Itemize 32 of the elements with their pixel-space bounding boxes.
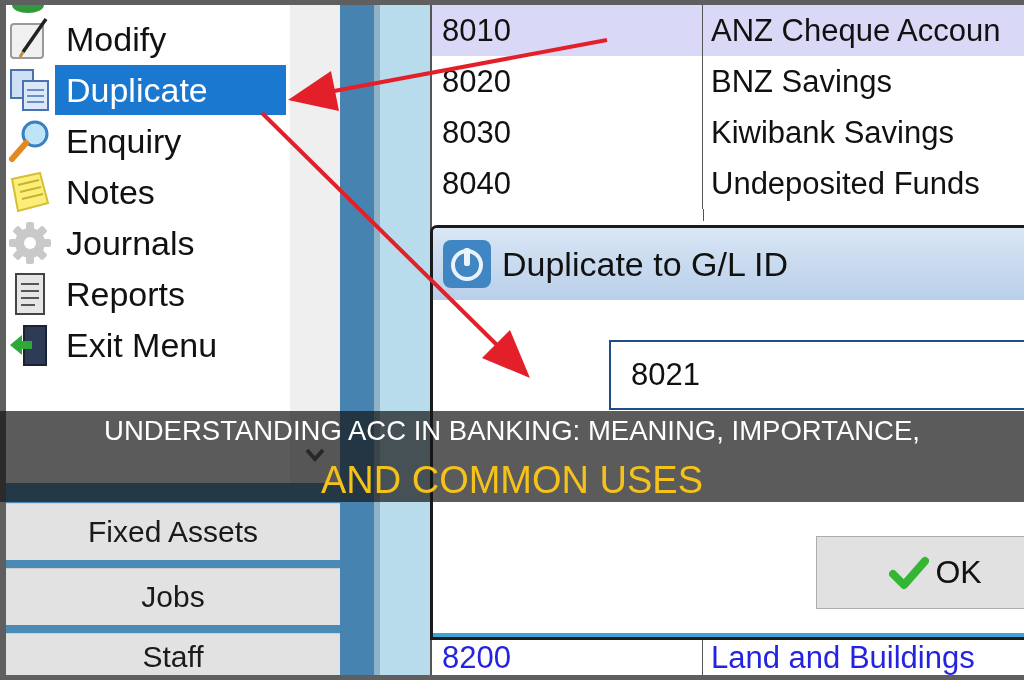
id-input-field[interactable]: 8021 [609,340,1024,410]
ok-button[interactable]: OK [816,536,1024,609]
table-row[interactable]: 8010 ANZ Cheque Accoun [432,5,1024,56]
account-name-cell-text: ANZ Cheque Accoun [710,12,1002,50]
menu-item[interactable]: Duplicate [55,64,286,115]
table-row[interactable]: 8030 Kiwibank Savings [432,107,1024,158]
note-sheet-icon [8,169,52,214]
menu-item[interactable]: Exit Menu [55,324,286,365]
table-row[interactable]: 8020 BNZ Savings [432,56,1024,107]
account-name-cell-text: Undeposited Funds [710,165,981,203]
account-code-cell: 8040 [432,158,703,209]
table-row[interactable]: 8040 Undeposited Funds [432,158,1024,209]
documents-icon [8,67,52,112]
account-name-cell-text: Land and Buildings [710,640,976,675]
account-name-cell-text: Kiwibank Savings [710,114,955,152]
module-button[interactable]: Fixed Assets [6,503,340,560]
check-icon [889,555,930,590]
banner-title-line: AND COMMON USES [320,463,704,497]
dialog-title: Duplicate to G/L ID [502,244,788,284]
account-code-cell: 8020 [432,56,703,107]
power-icon [443,240,491,288]
menu-item[interactable]: Reports [55,273,286,314]
account-code-cell: 8010 [432,5,703,56]
menu-item[interactable]: Enquiry [55,120,286,161]
banner-title-line: UNDERSTANDING ACC IN BANKING: MEANING, IMPORTANCE, [104,417,920,445]
module-button[interactable]: Jobs [6,568,340,625]
menu-item[interactable]: Modify [55,18,286,59]
account-code-cell: 8030 [432,107,703,158]
menu-item[interactable]: Journals [55,222,286,263]
module-button[interactable]: Staff [6,633,340,675]
menu-item[interactable]: Notes [55,171,286,212]
account-name-cell-text: BNZ Savings [710,63,893,101]
